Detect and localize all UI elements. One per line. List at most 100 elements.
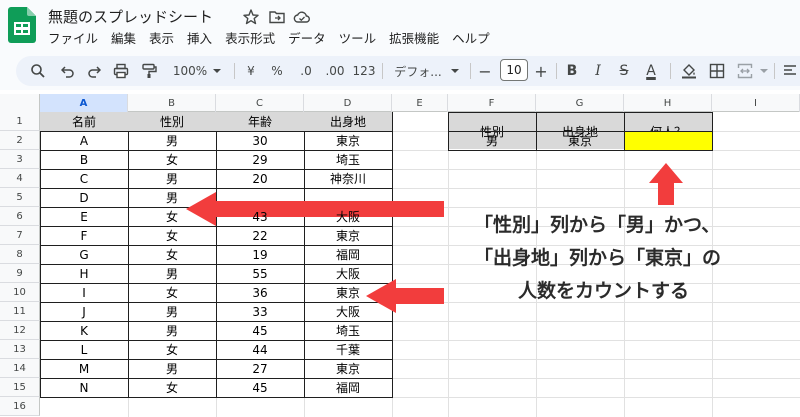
row-header[interactable]: 15 xyxy=(0,378,40,397)
table-cell-age[interactable]: 45 xyxy=(216,378,304,397)
table-cell-age[interactable]: 20 xyxy=(216,169,304,188)
table-cell-name[interactable]: E xyxy=(40,207,128,226)
menu-view[interactable]: 表示 xyxy=(149,28,174,46)
table-cell-birthplace[interactable]: 福岡 xyxy=(304,245,392,264)
row-header[interactable]: 3 xyxy=(0,150,40,169)
menu-file[interactable]: ファイル xyxy=(48,28,98,46)
table-cell-name[interactable]: L xyxy=(40,340,128,359)
select-all-corner[interactable] xyxy=(0,94,40,112)
zoom-chevron-down-icon[interactable] xyxy=(210,52,224,90)
table-cell-gender[interactable]: 男 xyxy=(128,302,216,321)
row-header[interactable]: 7 xyxy=(0,226,40,245)
table-cell-birthplace[interactable]: 東京 xyxy=(304,283,392,302)
table-cell-age[interactable]: 36 xyxy=(216,283,304,302)
italic-button[interactable]: I xyxy=(588,52,608,90)
table-cell-gender[interactable]: 女 xyxy=(128,207,216,226)
table-cell-name[interactable]: J xyxy=(40,302,128,321)
row-header[interactable]: 9 xyxy=(0,264,40,283)
row-header[interactable]: 14 xyxy=(0,359,40,378)
table-cell-birthplace[interactable]: 東京 xyxy=(304,226,392,245)
table-cell-birthplace[interactable]: 福岡 xyxy=(304,378,392,397)
table-header-gender[interactable]: 性別 xyxy=(128,112,216,131)
table-cell-name[interactable]: A xyxy=(40,131,128,150)
font-size-input[interactable]: 10 xyxy=(500,59,528,81)
table-cell-birthplace[interactable]: 神奈川 xyxy=(304,169,392,188)
table-cell-name[interactable]: D xyxy=(40,188,128,207)
text-color-button[interactable]: A xyxy=(640,52,662,90)
menu-edit[interactable]: 編集 xyxy=(111,28,136,46)
table-cell-birthplace[interactable]: 大阪 xyxy=(304,207,392,226)
column-header-d[interactable]: D xyxy=(304,94,392,112)
table-cell-gender[interactable]: 男 xyxy=(128,188,216,207)
menu-insert[interactable]: 挿入 xyxy=(187,28,212,46)
row-header[interactable]: 2 xyxy=(0,131,40,150)
table-cell-name[interactable]: H xyxy=(40,264,128,283)
table-cell-gender[interactable]: 女 xyxy=(128,226,216,245)
cloud-saved-icon[interactable] xyxy=(293,8,311,26)
decrease-font-size-button[interactable]: − xyxy=(476,52,494,90)
merge-chevron-down-icon[interactable] xyxy=(758,52,770,90)
table-cell-age[interactable]: 19 xyxy=(216,245,304,264)
row-header[interactable]: 10 xyxy=(0,283,40,302)
table-cell-name[interactable]: M xyxy=(40,359,128,378)
row-header[interactable]: 13 xyxy=(0,340,40,359)
table-cell-name[interactable]: I xyxy=(40,283,128,302)
table-cell-age[interactable]: 29 xyxy=(216,150,304,169)
zoom-select[interactable]: 100% xyxy=(170,52,210,90)
table-cell-age[interactable]: 30 xyxy=(216,131,304,150)
table-cell-birthplace[interactable]: 大阪 xyxy=(304,302,392,321)
column-header-b[interactable]: B xyxy=(128,94,216,112)
column-header-f[interactable]: F xyxy=(448,94,536,112)
table-header-birthplace[interactable]: 出身地 xyxy=(304,112,392,131)
table-cell-age[interactable] xyxy=(216,188,304,207)
table-cell-age[interactable]: 43 xyxy=(216,207,304,226)
column-header-c[interactable]: C xyxy=(216,94,304,112)
strikethrough-button[interactable]: S xyxy=(614,52,634,90)
move-to-folder-icon[interactable] xyxy=(268,8,286,26)
table-cell-birthplace[interactable]: 大阪 xyxy=(304,264,392,283)
increase-decimal-button[interactable]: .00 xyxy=(322,52,348,90)
row-header[interactable]: 6 xyxy=(0,207,40,226)
table-cell-birthplace[interactable] xyxy=(304,188,392,207)
column-header-h[interactable]: H xyxy=(624,94,712,112)
table-cell-gender[interactable]: 男 xyxy=(128,321,216,340)
row-header[interactable]: 5 xyxy=(0,188,40,207)
table-cell-name[interactable]: C xyxy=(40,169,128,188)
column-header-a[interactable]: A xyxy=(40,94,128,112)
table-cell-birthplace[interactable]: 東京 xyxy=(304,131,392,150)
merge-cells-icon[interactable] xyxy=(734,52,756,90)
format-currency-button[interactable]: ¥ xyxy=(242,52,260,90)
row-header[interactable]: 16 xyxy=(0,397,40,416)
fill-color-icon[interactable] xyxy=(678,52,700,90)
table-cell-name[interactable]: K xyxy=(40,321,128,340)
table-cell-birthplace[interactable]: 東京 xyxy=(304,359,392,378)
column-header-i[interactable]: I xyxy=(712,94,800,112)
table-cell-gender[interactable]: 女 xyxy=(128,378,216,397)
table-header-name[interactable]: 名前 xyxy=(40,112,128,131)
table-cell-age[interactable]: 22 xyxy=(216,226,304,245)
menu-extensions[interactable]: 拡張機能 xyxy=(389,28,439,46)
table-cell-age[interactable]: 44 xyxy=(216,340,304,359)
menu-data[interactable]: データ xyxy=(288,28,326,46)
table-cell-gender[interactable]: 男 xyxy=(128,359,216,378)
more-formats-button[interactable]: 123 xyxy=(352,52,376,90)
increase-font-size-button[interactable]: + xyxy=(532,52,550,90)
redo-icon[interactable] xyxy=(84,52,104,90)
format-percent-button[interactable]: % xyxy=(268,52,286,90)
table-cell-gender[interactable]: 女 xyxy=(128,283,216,302)
document-title[interactable]: 無題のスプレッドシート xyxy=(48,6,213,27)
table-cell-name[interactable]: F xyxy=(40,226,128,245)
star-icon[interactable] xyxy=(242,8,260,26)
row-header[interactable]: 1 xyxy=(0,112,40,131)
table-cell-gender[interactable]: 女 xyxy=(128,245,216,264)
table-cell-age[interactable]: 33 xyxy=(216,302,304,321)
table-cell-birthplace[interactable]: 千葉 xyxy=(304,340,392,359)
table-cell-age[interactable]: 27 xyxy=(216,359,304,378)
table-cell-gender[interactable]: 男 xyxy=(128,131,216,150)
menu-help[interactable]: ヘルプ xyxy=(452,28,490,46)
table-cell-name[interactable]: N xyxy=(40,378,128,397)
font-chevron-down-icon[interactable] xyxy=(448,52,462,90)
menu-format[interactable]: 表示形式 xyxy=(225,28,275,46)
menu-tools[interactable]: ツール xyxy=(339,28,377,46)
table-cell-gender[interactable]: 女 xyxy=(128,340,216,359)
